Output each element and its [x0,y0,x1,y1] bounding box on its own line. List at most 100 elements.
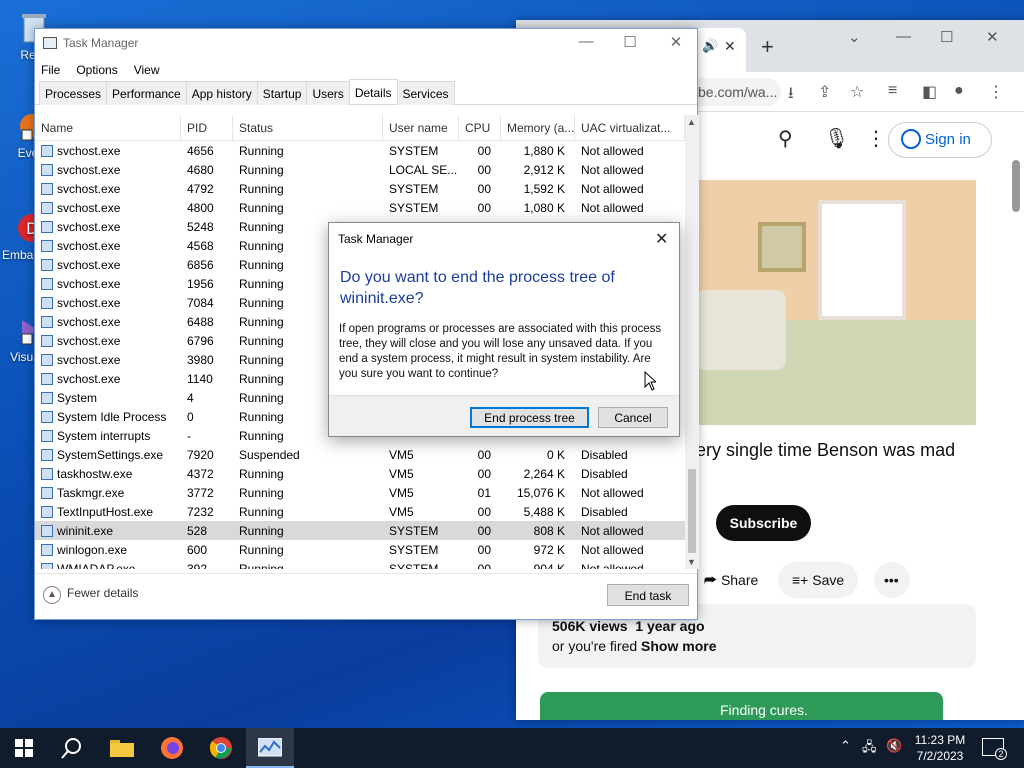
column-header-memory[interactable]: Memory (a... [501,115,575,140]
close-icon[interactable]: ✕ [661,33,691,51]
taskbar-file-explorer[interactable] [98,728,146,768]
cell-cpu: 00 [477,163,491,177]
new-tab-icon[interactable]: + [761,34,774,60]
chevron-down-icon[interactable]: ⌄ [848,28,861,46]
save-button[interactable]: ≡+ Save [778,562,859,598]
process-name: System Idle Process [57,410,167,424]
cell-user: SYSTEM [389,144,439,158]
cell-name: svchost.exe [35,293,181,312]
network-icon[interactable]: 🖧 [862,738,877,760]
table-row[interactable]: svchost.exe 4800 Running SYSTEM 00 1,080 K Not… [35,198,685,217]
process-icon [41,430,53,442]
media-control-icon[interactable]: ≡ [888,82,897,100]
minimize-icon[interactable]: — [571,33,601,50]
table-scrollbar[interactable]: ▲ ▼ [685,115,699,569]
save-label: Save [812,572,845,588]
tab-startup[interactable]: Startup [256,81,308,105]
search-icon[interactable]: ⚲ [778,126,793,151]
process-icon [41,468,53,480]
video-frame-picture [758,222,806,272]
microphone-icon[interactable]: 🎙 [824,126,849,151]
table-row[interactable]: winlogon.exe 600 Running SYSTEM 00 972 K Not a… [35,540,685,559]
page-scrollbar[interactable] [1012,160,1020,212]
scrollbar-thumb[interactable] [688,469,696,553]
share-icon[interactable]: ⇪ [818,82,831,102]
menu-options[interactable]: Options [76,63,117,77]
video-player[interactable] [696,180,976,425]
cancel-button[interactable]: Cancel [598,407,668,428]
kebab-menu-icon[interactable]: ⋮ [866,126,886,151]
windows-logo-icon [15,739,33,757]
tab-processes[interactable]: Processes [39,81,108,105]
cell-pid: 7920 [187,448,214,462]
task-manager-titlebar[interactable]: Task Manager — ☐ ✕ [35,29,697,59]
more-actions-button[interactable]: ••• [874,562,910,598]
table-row[interactable]: svchost.exe 4656 Running SYSTEM 00 1,880 K Not… [35,141,685,160]
dialog-heading: Do you want to end the process tree of w… [340,269,615,307]
chevron-up-icon[interactable]: ⌃ [840,738,851,754]
close-icon[interactable]: ✕ [655,229,668,249]
column-header-pid[interactable]: PID [181,115,233,140]
column-header-name[interactable]: Name [35,115,181,140]
share-button[interactable]: ⮫ Share [690,562,772,598]
tab-app-history[interactable]: App history [185,81,258,105]
table-row[interactable]: TextInputHost.exe 7232 Running VM5 00 5,488 K… [35,502,685,521]
maximize-icon[interactable]: ☐ [615,33,645,51]
end-process-tree-button[interactable]: End process tree [470,407,589,428]
volume-muted-icon[interactable]: 🔇 [886,738,902,754]
profile-icon[interactable]: ● [954,82,964,100]
cell-pid: 4680 [187,163,214,177]
tab-details[interactable]: Details [348,79,398,104]
close-tab-icon[interactable]: ✕ [724,38,736,55]
column-header-uac[interactable]: UAC virtualizat... [575,115,685,140]
end-task-button[interactable]: End task [607,584,689,606]
cell-cpu: 01 [477,486,491,500]
table-row[interactable]: svchost.exe 4792 Running SYSTEM 00 1,592 K Not… [35,179,685,198]
minimize-icon[interactable]: — [896,28,911,45]
menu-view[interactable]: View [134,63,160,77]
taskbar-chrome[interactable] [197,728,245,768]
process-icon [41,145,53,157]
side-panel-icon[interactable]: ◧ [922,82,937,102]
fewer-details-button[interactable]: ▲ Fewer details [43,586,138,604]
table-row[interactable]: Taskmgr.exe 3772 Running VM5 01 15,076 K Not a… [35,483,685,502]
process-icon [41,411,53,423]
tab-services[interactable]: Services [396,81,455,105]
cell-user: SYSTEM [389,182,439,196]
system-clock[interactable]: 11:23 PM 7/2/2023 [912,732,968,764]
cell-user: SYSTEM [389,543,439,557]
table-row[interactable]: wininit.exe 528 Running SYSTEM 00 808 K Not al… [35,521,685,540]
tab-performance[interactable]: Performance [106,81,187,105]
taskbar-firefox[interactable] [148,728,196,768]
kebab-menu-icon[interactable]: ⋮ [988,82,1004,102]
bookmark-star-icon[interactable]: ☆ [850,82,864,102]
maximize-icon[interactable]: ☐ [940,28,953,46]
table-row[interactable]: WMIADAP.exe 392 Running SYSTEM 00 904 K Not al… [35,559,685,569]
scroll-up-icon[interactable]: ▲ [687,117,696,127]
dialog-title: Task Manager [338,232,414,246]
menu-file[interactable]: File [41,63,60,77]
process-name: svchost.exe [57,201,121,215]
sign-in-button[interactable]: Sign in [888,122,992,158]
search-button[interactable] [48,728,96,768]
table-row[interactable]: SystemSettings.exe 7920 Suspended VM5 00 0 K D… [35,445,685,464]
notification-center-icon[interactable]: 2 [982,738,1007,760]
show-more-link[interactable]: Show more [641,638,716,654]
subscribe-button[interactable]: Subscribe [716,505,811,541]
start-button[interactable] [0,728,48,768]
cell-name: svchost.exe [35,255,181,274]
process-icon [41,259,53,271]
scroll-down-icon[interactable]: ▼ [687,557,696,567]
tab-users[interactable]: Users [306,81,350,105]
audio-playing-icon[interactable]: 🔊 [702,38,718,54]
column-header-user[interactable]: User name [383,115,459,140]
taskbar-task-manager[interactable] [246,728,294,768]
column-header-cpu[interactable]: CPU [459,115,501,140]
install-icon[interactable]: ⭳ [788,82,794,109]
column-header-status[interactable]: Status [233,115,383,140]
ad-banner[interactable]: Finding cures. [540,692,943,720]
table-row[interactable]: taskhostw.exe 4372 Running VM5 00 2,264 K Disa… [35,464,685,483]
table-row[interactable]: svchost.exe 4680 Running LOCAL SE... 00 2,912… [35,160,685,179]
cell-uac: Not allowed [581,201,644,215]
close-icon[interactable]: ✕ [986,28,999,46]
